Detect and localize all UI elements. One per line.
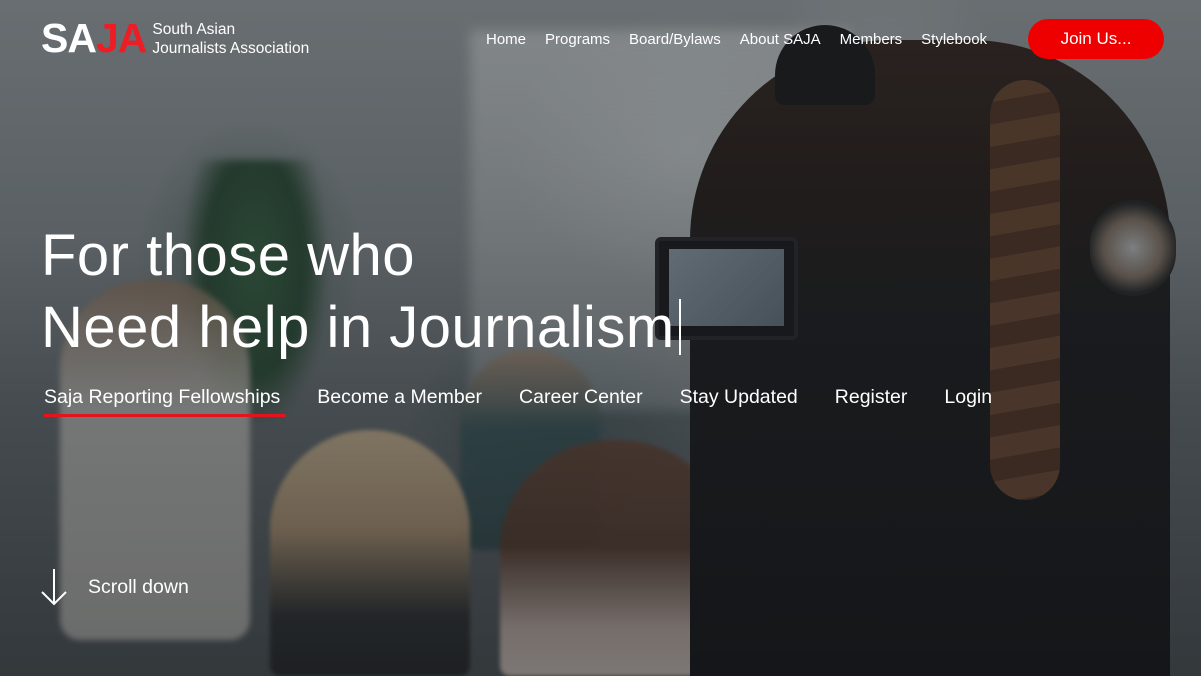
link-login[interactable]: Login — [944, 386, 992, 417]
logo-text-line2: Journalists Association — [152, 39, 310, 57]
nav-stylebook[interactable]: Stylebook — [921, 31, 987, 48]
logo-mark: SAJA — [41, 15, 147, 61]
nav-home[interactable]: Home — [486, 31, 526, 48]
scroll-down-label: Scroll down — [88, 575, 189, 598]
logo-text: South Asian Journalists Association — [152, 20, 309, 58]
logo-mark-ja: JA — [95, 15, 147, 61]
hero-section: SAJA South Asian Journalists Association… — [0, 0, 1201, 676]
link-register[interactable]: Register — [835, 386, 908, 417]
logo-mark-sa: SA — [41, 15, 97, 61]
logo-text-line1: South Asian — [152, 20, 236, 38]
main-nav: Home Programs Board/Bylaws About SAJA Me… — [486, 31, 1006, 48]
nav-board-bylaws[interactable]: Board/Bylaws — [629, 31, 721, 48]
join-us-button[interactable]: Join Us... — [1028, 19, 1164, 59]
nav-about-saja[interactable]: About SAJA — [740, 31, 821, 48]
site-header: SAJA South Asian Journalists Association… — [0, 0, 1201, 80]
headline-line-2: Need help in Journalism — [41, 292, 681, 364]
typing-cursor — [678, 299, 681, 355]
headline-line-2-text: Need help in Journalism — [41, 295, 675, 360]
link-career-center[interactable]: Career Center — [519, 386, 643, 417]
saja-logo[interactable]: SAJA South Asian Journalists Association — [41, 18, 309, 59]
headline-line-1: For those who — [41, 223, 416, 288]
hero-links: Saja Reporting Fellowships Become a Memb… — [44, 386, 1029, 417]
nav-programs[interactable]: Programs — [545, 31, 610, 48]
nav-members[interactable]: Members — [840, 31, 903, 48]
link-become-member[interactable]: Become a Member — [317, 386, 482, 417]
link-stay-updated[interactable]: Stay Updated — [680, 386, 798, 417]
link-reporting-fellowships[interactable]: Saja Reporting Fellowships — [44, 386, 287, 417]
arrow-down-icon — [41, 569, 67, 606]
hero-headline: For those who Need help in Journalism — [41, 220, 681, 364]
scroll-down-button[interactable]: Scroll down — [40, 567, 189, 607]
